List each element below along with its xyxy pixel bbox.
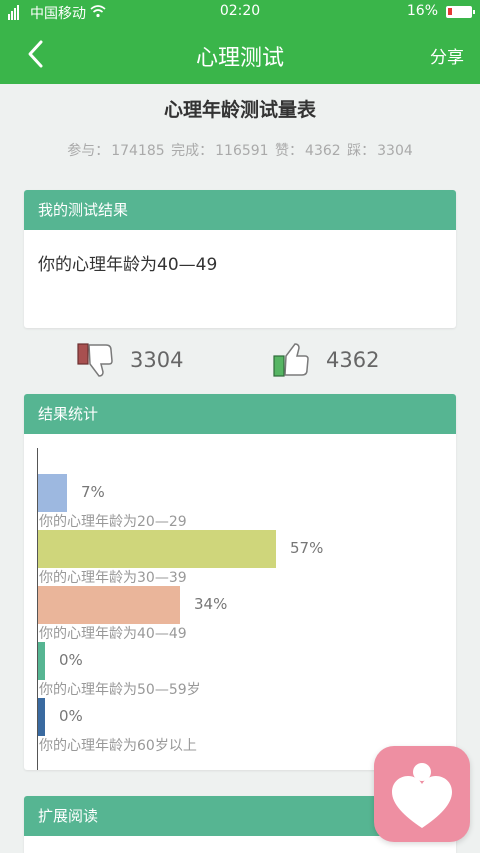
chart-bar-value: 0% — [59, 651, 83, 669]
result-stats-header: 结果统计 — [24, 394, 456, 434]
heart-person-icon — [392, 763, 452, 828]
chart-bar — [38, 586, 180, 624]
chart-bar-value: 57% — [290, 539, 324, 557]
chart-bar-value: 34% — [194, 595, 228, 613]
my-result-header: 我的测试结果 — [24, 190, 456, 230]
like-count-display: 4362 — [326, 348, 380, 372]
chart-bar-value: 0% — [59, 707, 83, 725]
dislike-button[interactable]: 3304 — [76, 340, 183, 380]
complete-count: 116591 — [215, 143, 269, 159]
dislike-count: 3304 — [377, 143, 413, 159]
floating-app-button[interactable] — [374, 746, 470, 842]
test-title: 心理年龄测试量表 — [163, 99, 316, 121]
nav-bar: 心理测试 分享 — [0, 24, 480, 84]
chart-category-label: 你的心理年龄为50—59岁 — [39, 682, 201, 698]
chart-bar — [38, 642, 45, 680]
status-bar: 中国移动 02:20 16% — [0, 0, 480, 24]
like-count: 4362 — [305, 143, 341, 159]
result-stats-card: 结果统计 7% 你的心理年龄为20—29 57% 你的心理年龄为30—39 34% 你的心… — [24, 394, 456, 770]
complete-label: 完成： — [171, 143, 214, 159]
chart-category-label: 你的心理年龄为20—29 — [39, 514, 187, 530]
participate-count: 174185 — [111, 143, 165, 159]
like-button[interactable]: 4362 — [272, 340, 379, 380]
battery-icon — [446, 6, 475, 18]
chart-bar-value: 7% — [81, 483, 105, 501]
result-chart: 7% 你的心理年龄为20—29 57% 你的心理年龄为30—39 34% 你的心理年龄为4… — [24, 434, 456, 770]
share-button[interactable]: 分享 — [430, 43, 464, 68]
my-result-card: 我的测试结果 你的心理年龄为40—49 — [24, 190, 456, 328]
chart-bar — [38, 474, 67, 512]
thumbs-down-icon — [77, 343, 113, 377]
like-label: 赞： — [275, 143, 304, 159]
test-stats: 参与： 174185 完成： 116591 赞： 4362 踩： 3304 — [0, 140, 480, 160]
chart-category-label: 你的心理年龄为40—49 — [39, 626, 187, 642]
battery-percent: 16% — [406, 3, 438, 19]
participate-label: 参与： — [67, 143, 110, 159]
chart-category-label: 你的心理年龄为60岁以上 — [39, 738, 197, 754]
page-title: 心理测试 — [195, 46, 284, 71]
chart-category-label: 你的心理年龄为30—39 — [39, 570, 187, 586]
thumbs-up-icon — [273, 343, 309, 377]
dislike-count-display: 3304 — [130, 348, 184, 372]
dislike-label: 踩： — [347, 143, 376, 159]
chart-bar — [38, 530, 276, 568]
my-result-text: 你的心理年龄为40—49 — [38, 255, 218, 275]
chart-bar — [38, 698, 45, 736]
